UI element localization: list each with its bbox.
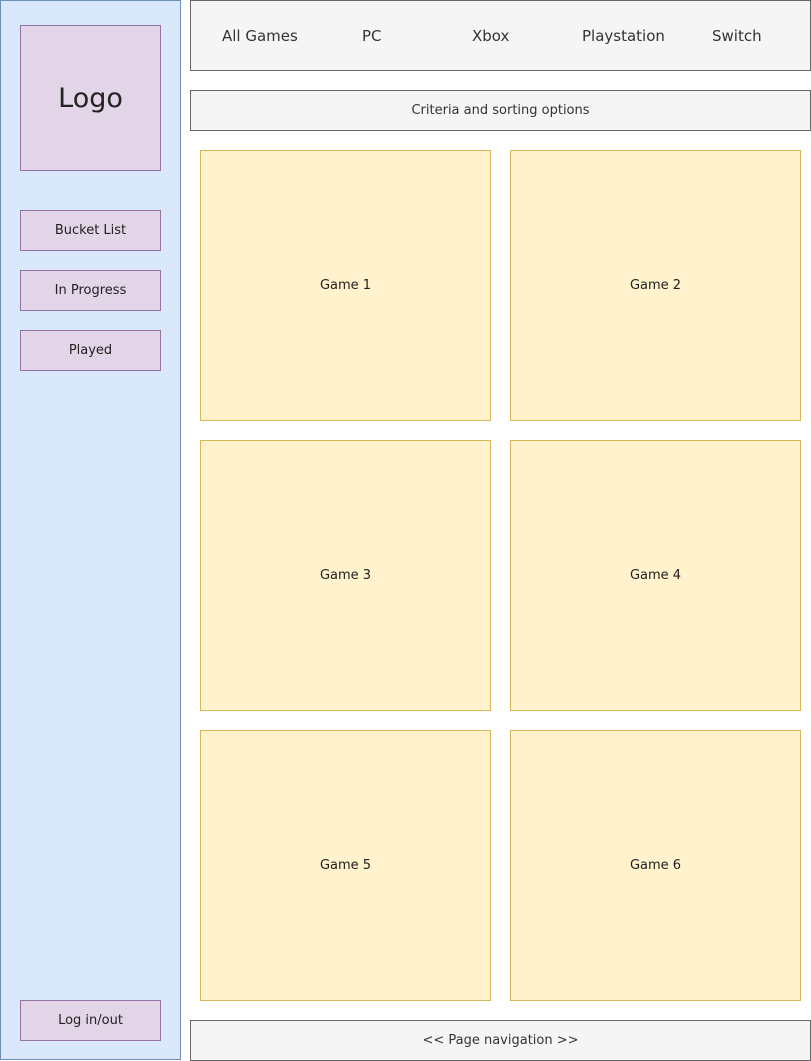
nav-tab-switch[interactable]: Switch — [712, 1, 762, 72]
nav-tab-xbox[interactable]: Xbox — [472, 1, 509, 72]
page-navigation-bar[interactable]: << Page navigation >> — [190, 1020, 811, 1061]
sidebar-item-played[interactable]: Played — [20, 330, 161, 371]
login-logout-button[interactable]: Log in/out — [20, 1000, 161, 1041]
sidebar-item-bucket-list[interactable]: Bucket List — [20, 210, 161, 251]
nav-tab-playstation[interactable]: Playstation — [582, 1, 665, 72]
nav-tab-pc[interactable]: PC — [362, 1, 382, 72]
logo[interactable]: Logo — [20, 25, 161, 171]
game-tile-5[interactable]: Game 5 — [200, 730, 491, 1001]
game-tile-3[interactable]: Game 3 — [200, 440, 491, 711]
game-tile-1[interactable]: Game 1 — [200, 150, 491, 421]
sidebar-item-in-progress[interactable]: In Progress — [20, 270, 161, 311]
game-tile-2[interactable]: Game 2 — [510, 150, 801, 421]
nav-tab-all-games[interactable]: All Games — [222, 1, 298, 72]
top-nav-bar: All Games PC Xbox Playstation Switch — [190, 0, 811, 71]
game-tile-6[interactable]: Game 6 — [510, 730, 801, 1001]
criteria-sorting-bar[interactable]: Criteria and sorting options — [190, 90, 811, 131]
game-tile-4[interactable]: Game 4 — [510, 440, 801, 711]
